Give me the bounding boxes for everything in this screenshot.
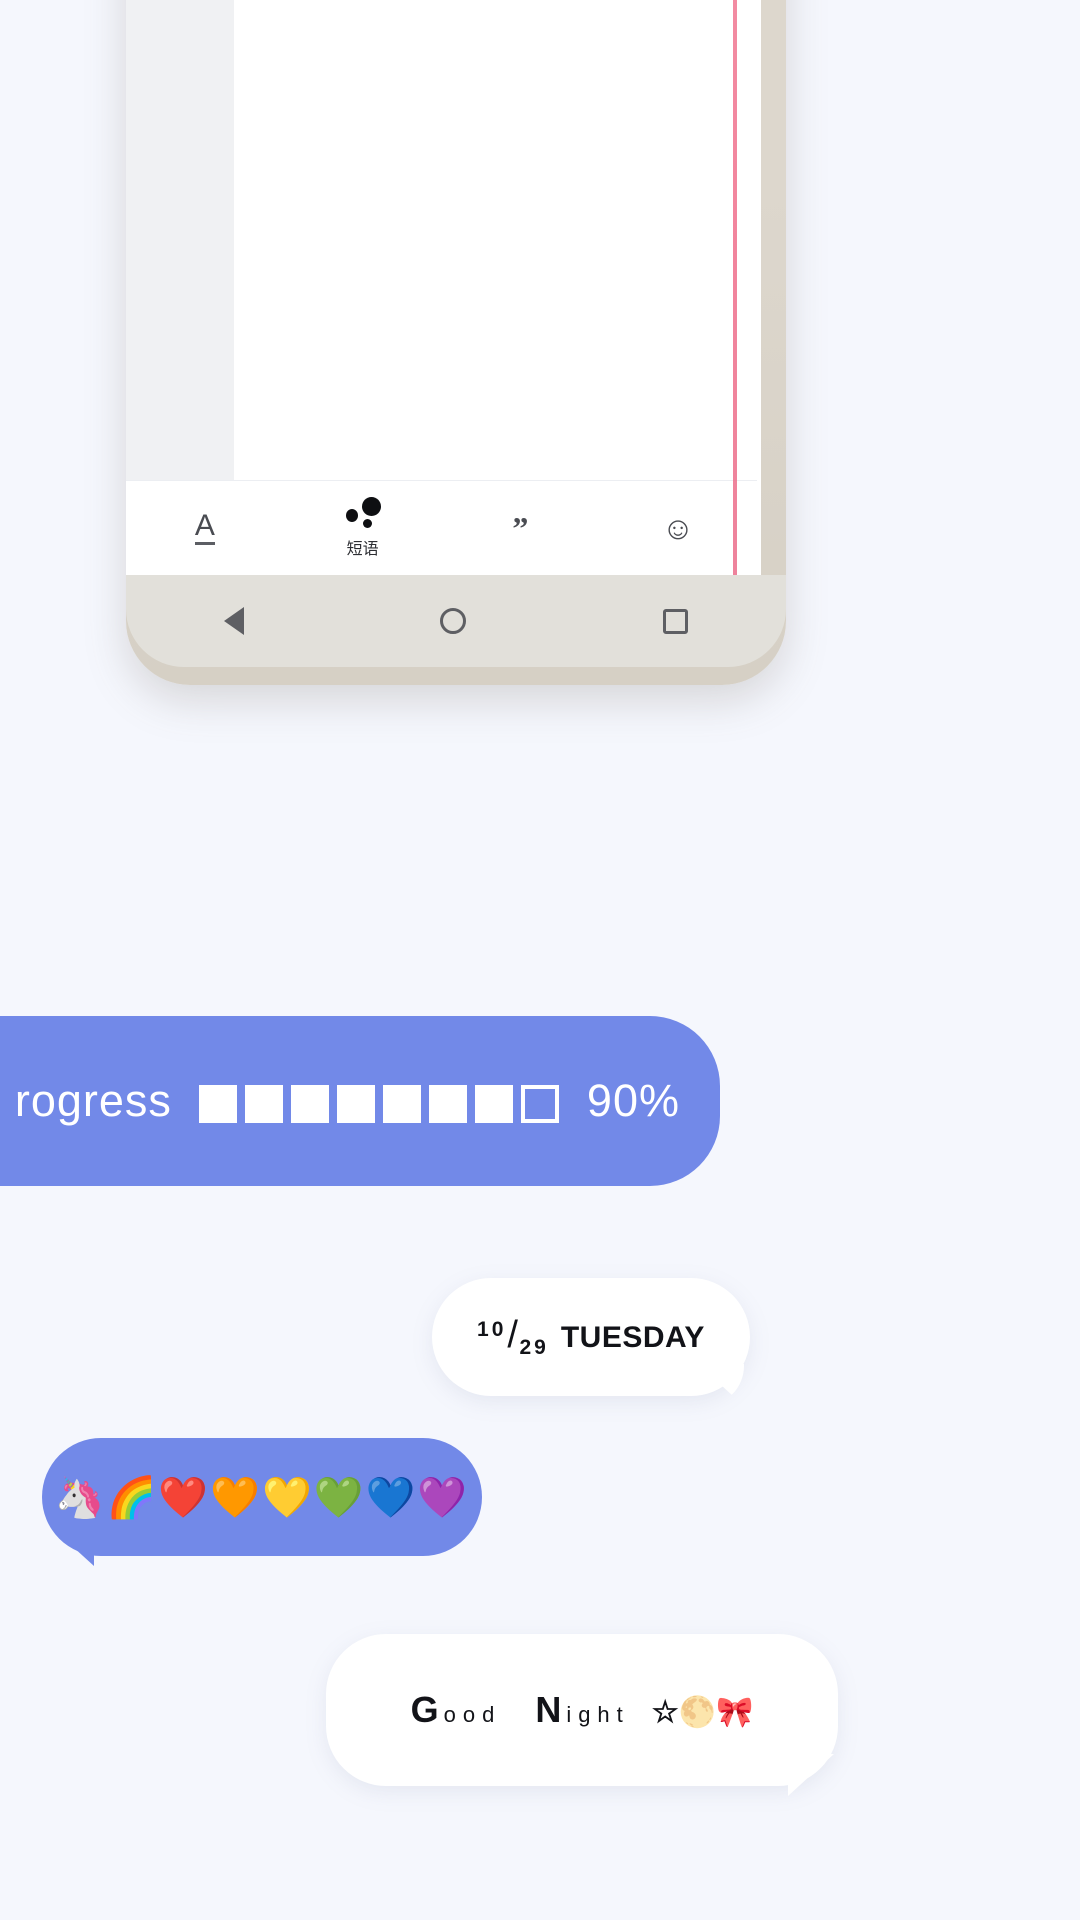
emoji-sequence: 🦄🌈❤️🧡💛💚💙💜 (54, 1475, 470, 1520)
font-format-icon: A (194, 511, 215, 545)
bubble-tail (788, 1754, 834, 1796)
goodnight-text: Good Night ☆🌕🎀 (411, 1689, 754, 1731)
goodnight-n: N (535, 1689, 563, 1730)
keyboard-tabbar[interactable]: A 短语 ” ☺ (126, 480, 757, 575)
progress-cell-filled (245, 1085, 284, 1124)
chat-bubble-progress[interactable]: rogress 90% (0, 1016, 720, 1186)
keyboard-panel: Emoji 蝴蝶结 台词 ❄️ Happy New Year 🌿 (126, 0, 757, 480)
phone-mockup: Emoji 蝴蝶结 台词 ❄️ Happy New Year 🌿 (126, 0, 786, 685)
screen-edge-accent (733, 0, 737, 577)
date-day: 29 (519, 1336, 549, 1359)
tab-phrases[interactable]: 短语 (284, 497, 442, 559)
progress-cell-empty (521, 1085, 560, 1124)
goodnight-ood: ood (443, 1702, 502, 1727)
tab-label: 短语 (346, 541, 379, 558)
progress-cell-filled (199, 1085, 238, 1124)
bubble-tail (698, 1364, 744, 1406)
progress-cell-filled (429, 1085, 468, 1124)
progress-label: rogress (14, 1075, 172, 1126)
goodnight-trailing-emoji: ☆🌕🎀 (651, 1696, 754, 1729)
progress-cell-filled (337, 1085, 376, 1124)
tab-font-format[interactable]: A (126, 511, 284, 545)
date-text: 10/29 TUESDAY (477, 1314, 705, 1360)
progress-text: rogress 90% (15, 1075, 680, 1127)
date-separator: / (507, 1314, 519, 1356)
screenshot-root: Emoji 蝴蝶结 台词 ❄️ Happy New Year 🌿 (0, 0, 1080, 1920)
progress-percent: 90% (586, 1075, 680, 1126)
goodnight-g: G (410, 1689, 440, 1730)
progress-cell-filled (383, 1085, 422, 1124)
back-button[interactable] (224, 607, 245, 635)
keyboard-category-sidebar[interactable]: Emoji 蝴蝶结 台词 (126, 0, 234, 480)
phrases-dots-icon (343, 497, 383, 531)
progress-cell-filled (475, 1085, 514, 1124)
recents-button[interactable] (662, 608, 688, 634)
progress-bar (199, 1085, 560, 1124)
tab-quotes[interactable]: ” (442, 512, 600, 544)
quotation-mark-icon: ” (512, 510, 529, 546)
chat-bubble-emoji[interactable]: 🦄🌈❤️🧡💛💚💙💜 (42, 1438, 482, 1566)
bubble-tail (50, 1526, 94, 1566)
chat-bubble-date[interactable]: 10/29 TUESDAY (432, 1278, 750, 1406)
chat-bubble-goodnight[interactable]: Good Night ☆🌕🎀 (326, 1634, 838, 1796)
home-button[interactable] (440, 608, 467, 634)
progress-cell-filled (291, 1085, 330, 1124)
date-month: 10 (477, 1318, 507, 1341)
android-navigation-bar[interactable] (126, 575, 786, 667)
phrase-list[interactable]: ❄️ Happy New Year 🌿 Happy New Year ☺ HAP… (234, 0, 757, 480)
phone-screen: Emoji 蝴蝶结 台词 ❄️ Happy New Year 🌿 (126, 0, 761, 583)
goodnight-ight: ight (566, 1702, 630, 1727)
date-weekday: TUESDAY (560, 1321, 705, 1354)
